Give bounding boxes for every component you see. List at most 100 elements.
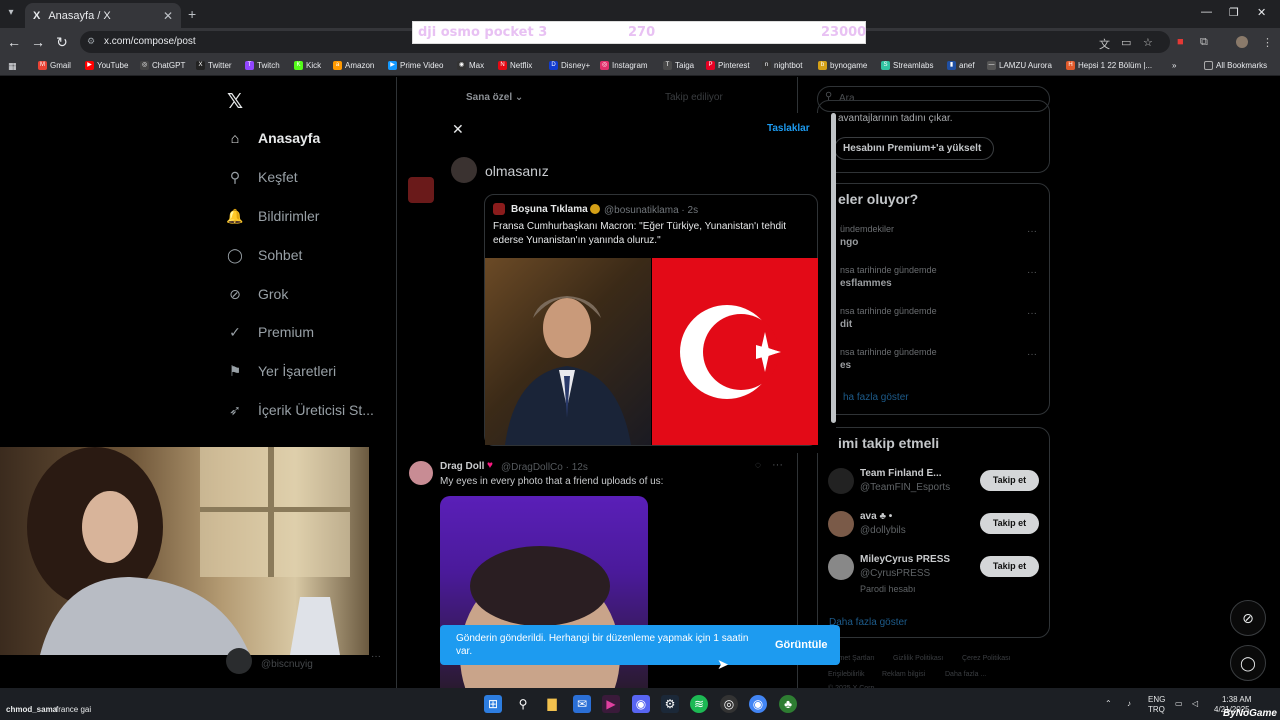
post-handle[interactable]: @DragDollCo · 12s [501, 462, 588, 473]
discord-icon[interactable]: ◉ [632, 695, 650, 713]
follow-handle[interactable]: @dollybils [860, 525, 906, 536]
nav-item[interactable]: ◯ Sohbet [226, 246, 302, 264]
mail-icon[interactable]: ✉ [573, 695, 591, 713]
profile-avatar[interactable] [1236, 36, 1248, 48]
close-icon[interactable]: ✕ [452, 121, 464, 138]
grok-icon[interactable]: ◌ [755, 460, 761, 471]
trend-more-icon[interactable]: ··· [1027, 226, 1037, 237]
bookmark-item[interactable]: N Netflix [498, 61, 532, 70]
avatar[interactable] [828, 511, 854, 537]
x-logo-icon[interactable]: 𝕏 [227, 89, 243, 114]
nav-item[interactable]: ➶ İçerik Üreticisi St... [226, 401, 374, 419]
network-icon[interactable]: ▭ [1175, 699, 1183, 708]
bookmark-item[interactable]: b bynogame [818, 61, 867, 70]
steam-icon[interactable]: ⚙ [661, 695, 679, 713]
bookmark-item[interactable]: P Pinterest [706, 61, 750, 70]
follow-name[interactable]: ava ♣ • [860, 511, 892, 522]
close-window-icon[interactable]: ✕ [1257, 6, 1266, 19]
taskbar-search-icon[interactable]: ⚲ [514, 695, 532, 713]
app-icon[interactable]: ▶ [602, 695, 620, 713]
more-icon[interactable]: ··· [772, 459, 783, 471]
mic-icon[interactable]: ♪ [1127, 699, 1131, 708]
browser-tab[interactable]: X Anasayfa / X ✕ [25, 3, 181, 28]
spotify-icon[interactable]: ≋ [690, 695, 708, 713]
reload-icon[interactable]: ↻ [54, 34, 70, 50]
bookmark-item[interactable]: ▶ YouTube [85, 61, 128, 70]
follow-button[interactable]: Takip et [980, 556, 1039, 577]
bookmark-item[interactable]: T Twitch [245, 61, 280, 70]
file-explorer-icon[interactable]: ▇ [543, 695, 561, 713]
site-info-icon[interactable]: ⚙ [87, 36, 95, 47]
bookmark-item[interactable]: X Twitter [196, 61, 232, 70]
account-more-icon[interactable]: ··· [371, 651, 381, 662]
nav-item[interactable]: ✓ Premium [226, 323, 314, 341]
modal-scrollbar[interactable] [831, 113, 836, 423]
avatar[interactable] [828, 468, 854, 494]
messages-fab-icon[interactable]: ◯ [1230, 645, 1266, 681]
extension-icon[interactable]: ■ [1177, 36, 1184, 48]
all-bookmarks[interactable]: All Bookmarks [1204, 61, 1267, 70]
volume-icon[interactable]: ◁ [1192, 699, 1198, 708]
url-text[interactable]: x.com/compose/post [104, 36, 196, 47]
footer-link[interactable]: Gizlilik Politikası [893, 655, 943, 662]
nav-item[interactable]: ⊘ Grok [226, 285, 288, 303]
footer-link[interactable]: zmet Şartları [835, 655, 875, 662]
bookmark-star-icon[interactable]: ☆ [1143, 36, 1153, 49]
nav-item[interactable]: ⚑ Yer İşaretleri [226, 362, 336, 380]
bookmark-item[interactable]: n nightbot [762, 61, 802, 70]
trend-title[interactable]: ngo [840, 237, 858, 248]
footer-link[interactable]: Daha fazla ... [945, 671, 986, 678]
toast-view-button[interactable]: Görüntüle [775, 639, 828, 651]
nav-item[interactable]: ⌂ Anasayfa [226, 129, 321, 147]
follow-name[interactable]: MileyCyrus PRESS [860, 554, 950, 565]
follow-handle[interactable]: @CyrusPRESS [860, 568, 930, 579]
bookmark-item[interactable]: ◎ Instagram [600, 61, 648, 70]
feed-post-avatar[interactable] [408, 177, 434, 203]
tab-for-you[interactable]: Sana özel ⌄ [466, 92, 523, 103]
bookmark-item[interactable]: T Taiga [663, 61, 694, 70]
bookmark-item[interactable]: ▶ Prime Video [388, 61, 443, 70]
translate-icon[interactable]: 文 [1099, 36, 1110, 52]
premium-upgrade-button[interactable]: Hesabını Premium+'a yükselt [834, 137, 994, 160]
follow-more-link[interactable]: Daha fazla göster [829, 617, 907, 628]
avatar[interactable] [451, 157, 477, 183]
account-handle[interactable]: @biscnuyig [261, 659, 313, 670]
bookmark-item[interactable]: — LAMZU Aurora [987, 61, 1052, 70]
extensions-puzzle-icon[interactable]: ⧉ [1200, 36, 1208, 49]
bookmark-item[interactable]: ▮ anef [947, 61, 975, 70]
footer-link[interactable]: Reklam bilgisi [882, 671, 925, 678]
footer-link[interactable]: Erişilebilirlik [828, 671, 865, 678]
tab-search-icon[interactable]: ▾ [4, 7, 18, 21]
tray-chevron-icon[interactable]: ⌃ [1105, 699, 1112, 708]
bookmark-item[interactable]: ◉ Max [457, 61, 484, 70]
trend-title[interactable]: dit [840, 319, 852, 330]
bookmark-item[interactable]: K Kick [294, 61, 321, 70]
tab-following[interactable]: Takip ediliyor [665, 92, 723, 103]
account-avatar[interactable] [226, 648, 252, 674]
trend-more-icon[interactable]: ··· [1027, 267, 1037, 278]
tab-close-icon[interactable]: ✕ [163, 9, 173, 23]
obs-icon[interactable]: ◎ [720, 695, 738, 713]
avatar[interactable] [409, 461, 433, 485]
drafts-button[interactable]: Taslaklar [767, 123, 810, 134]
keyboard-layout[interactable]: TRQ [1148, 705, 1165, 714]
trend-more-icon[interactable]: ··· [1027, 308, 1037, 319]
trend-more-icon[interactable]: ··· [1027, 349, 1037, 360]
bookmark-item[interactable]: a Amazon [333, 61, 374, 70]
bookmark-item[interactable]: ◎ ChatGPT [140, 61, 185, 70]
trends-more-link[interactable]: ha fazla göster [843, 392, 909, 403]
grok-fab-icon[interactable]: ⊘ [1230, 600, 1266, 636]
bookmark-item[interactable]: M Gmail [38, 61, 71, 70]
lang-indicator[interactable]: ENG [1148, 695, 1165, 704]
avatar[interactable] [828, 554, 854, 580]
minimize-icon[interactable]: — [1201, 6, 1212, 18]
chrome-menu-icon[interactable]: ⋮ [1262, 36, 1273, 49]
apps-grid-icon[interactable]: ▦ [8, 61, 17, 72]
follow-button[interactable]: Takip et [980, 513, 1039, 534]
nav-item[interactable]: ⚲ Keşfet [226, 168, 298, 186]
bookmark-item[interactable]: D Disney+ [549, 61, 590, 70]
follow-name[interactable]: Team Finland E... [860, 468, 942, 479]
forward-icon[interactable]: → [30, 34, 46, 50]
new-tab-icon[interactable]: + [188, 6, 196, 22]
trend-title[interactable]: es [840, 360, 851, 371]
